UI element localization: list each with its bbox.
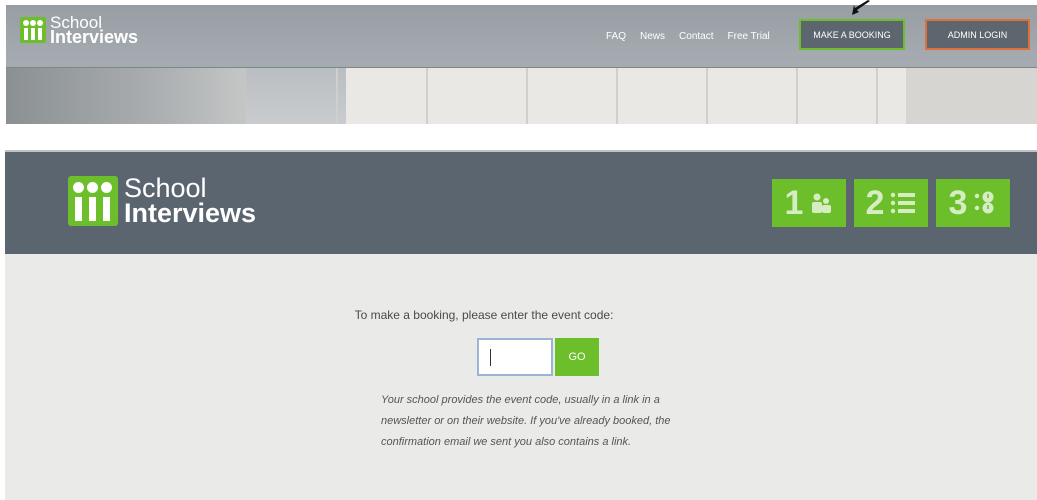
- go-button[interactable]: GO: [555, 338, 599, 376]
- nav-link-contact[interactable]: Contact: [679, 31, 713, 42]
- logo-wordmark: School Interviews: [124, 175, 257, 228]
- step-2: 2: [854, 179, 928, 227]
- hero-divider: [426, 67, 428, 124]
- pointer-arrow-icon: [852, 0, 870, 15]
- event-code-input[interactable]: [477, 338, 553, 376]
- hero-divider: [706, 67, 708, 124]
- hero-background-left: [6, 67, 246, 124]
- site-hero: School Interviews FAQ News Contact Free …: [6, 5, 1037, 124]
- booking-page: School Interviews 1 2 3 To make a bookin…: [5, 150, 1037, 500]
- hero-divider: [616, 67, 618, 124]
- hero-divider: [876, 67, 878, 124]
- step-number: 3: [948, 183, 968, 222]
- booking-logo[interactable]: School Interviews: [68, 175, 257, 228]
- booking-header: School Interviews 1 2 3: [5, 150, 1037, 254]
- hero-background-center: [346, 67, 906, 124]
- step-number: 2: [865, 183, 885, 222]
- site-logo[interactable]: School Interviews: [20, 14, 139, 47]
- hero-divider: [796, 67, 798, 124]
- site-navbar: School Interviews FAQ News Contact Free …: [6, 5, 1037, 68]
- event-code-help-text: Your school provides the event code, usu…: [381, 394, 671, 448]
- nav-link-free-trial[interactable]: Free Trial: [728, 31, 770, 42]
- hero-background-right: [906, 67, 1037, 124]
- nav-link-news[interactable]: News: [640, 31, 665, 42]
- make-a-booking-button[interactable]: MAKE A BOOKING: [799, 19, 905, 50]
- people-icon: [812, 193, 832, 213]
- logo-mark-icon: [20, 17, 46, 43]
- nav-links: FAQ News Contact Free Trial: [606, 31, 770, 42]
- list-icon: [891, 192, 916, 214]
- logo-mark-icon: [68, 176, 118, 226]
- logo-line2: Interviews: [50, 27, 139, 47]
- schedule-icon: [975, 191, 994, 214]
- logo-wordmark: School Interviews: [50, 14, 139, 47]
- step-number: 1: [784, 183, 804, 222]
- text-caret: [490, 349, 491, 366]
- event-code-prompt: To make a booking, please enter the even…: [354, 308, 614, 322]
- step-3: 3: [936, 179, 1010, 227]
- nav-link-faq[interactable]: FAQ: [606, 31, 626, 42]
- booking-steps: 1 2 3: [772, 179, 1010, 227]
- hero-divider: [526, 67, 528, 124]
- step-1: 1: [772, 179, 846, 227]
- admin-login-button[interactable]: ADMIN LOGIN: [925, 19, 1030, 50]
- hero-divider: [336, 67, 338, 124]
- logo-line2: Interviews: [124, 198, 257, 228]
